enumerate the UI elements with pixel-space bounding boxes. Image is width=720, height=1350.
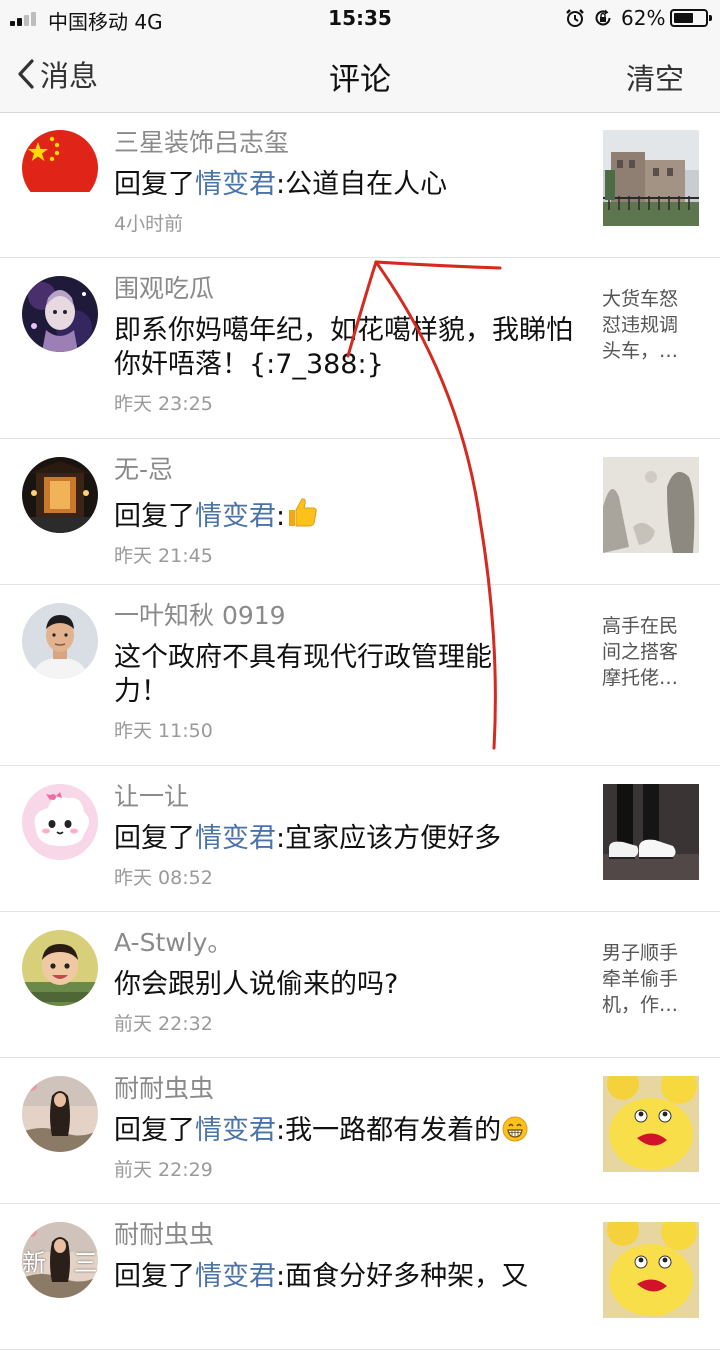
reply-target-link[interactable]: 情变君 <box>195 501 276 532</box>
comment-message: : <box>276 501 286 532</box>
post-thumbnail-building[interactable] <box>603 130 699 226</box>
post-snippet[interactable]: 大货车怒怼违规调头车，… <box>602 286 694 364</box>
reply-target-link[interactable]: 情变君 <box>195 823 276 854</box>
reply-prefix: 回复了 <box>114 501 195 532</box>
comment-body: 让一让 回复了情变君:宜家应该方便好多 昨天 08:52 <box>114 780 574 890</box>
avatar-child-photo[interactable] <box>22 930 98 1006</box>
comment-body: 一叶知秋 0919 这个政府不具有现代行政管理能力！ 昨天 11:50 <box>114 599 574 743</box>
reply-prefix: 回复了 <box>114 169 195 200</box>
post-snippet[interactable]: 高手在民间之搭客摩托佬… <box>602 613 694 691</box>
reply-prefix: 回复了 <box>114 1261 195 1292</box>
battery-icon <box>670 9 712 27</box>
reply-target-link[interactable]: 情变君 <box>195 1115 276 1146</box>
comment-row[interactable]: A-Stwly。 你会跟别人说偷来的吗? 前天 22:32 男子顺手牵羊偷手机，… <box>0 912 720 1058</box>
avatar-cartoon-cloud[interactable] <box>22 784 98 860</box>
comment-username[interactable]: 耐耐虫虫 <box>114 1072 574 1106</box>
comment-row[interactable]: 耐耐虫虫 回复了情变君:面食分好多种架，又 <box>0 1204 720 1350</box>
comment-username[interactable]: A-Stwly。 <box>114 926 574 960</box>
comment-text: 回复了情变君:宜家应该方便好多 <box>114 822 574 856</box>
comment-message: 即系你妈噶年纪，如花噶样貌，我睇怕你奸唔落！{:7_388:} <box>114 315 573 380</box>
rotation-lock-icon <box>595 9 611 26</box>
comment-list: 三星装饰吕志玺 回复了情变君:公道自在人心 4小时前 围观吃瓜 即系你妈噶年纪，… <box>0 112 720 1350</box>
comment-row[interactable]: 围观吃瓜 即系你妈噶年纪，如花噶样貌，我睇怕你奸唔落！{:7_388:} 昨天 … <box>0 258 720 439</box>
comment-body: 耐耐虫虫 回复了情变君:我一路都有发着的 前天 22:29 <box>114 1072 574 1182</box>
comment-username[interactable]: 一叶知秋 0919 <box>114 599 574 633</box>
battery-percent: 62% <box>621 6 666 30</box>
comment-text: 回复了情变君:我一路都有发着的 <box>114 1114 574 1148</box>
post-thumbnail-sneakers[interactable] <box>603 784 699 880</box>
comment-message: :公道自在人心 <box>276 169 448 200</box>
comment-time: 前天 22:29 <box>114 1159 213 1181</box>
comment-body: 三星装饰吕志玺 回复了情变君:公道自在人心 4小时前 <box>114 126 574 236</box>
comment-message: 这个政府不具有现代行政管理能力！ <box>114 642 492 707</box>
comment-row[interactable]: 一叶知秋 0919 这个政府不具有现代行政管理能力！ 昨天 11:50 高手在民… <box>0 585 720 766</box>
nav-bar: 消息 评论 清空 <box>0 36 720 113</box>
status-bar: 中国移动 4G 15:35 62% <box>0 0 720 36</box>
comment-row[interactable]: 无-忌 回复了情变君: 昨天 21:45 <box>0 439 720 585</box>
post-snippet[interactable]: 男子顺手牵羊偷手机，作… <box>602 940 694 1018</box>
comment-time: 4小时前 <box>114 213 184 235</box>
reply-target-link[interactable]: 情变君 <box>195 1261 276 1292</box>
reply-prefix: 回复了 <box>114 823 195 854</box>
reply-target-link[interactable]: 情变君 <box>195 169 276 200</box>
comment-time: 昨天 08:52 <box>114 867 213 889</box>
comment-time: 昨天 23:25 <box>114 393 213 415</box>
comment-body: A-Stwly。 你会跟别人说偷来的吗? 前天 22:32 <box>114 926 574 1036</box>
reply-prefix: 回复了 <box>114 1115 195 1146</box>
comment-message: 你会跟别人说偷来的吗? <box>114 969 399 1000</box>
avatar-anime-character[interactable] <box>22 276 98 352</box>
avatar-girl-photo[interactable] <box>22 1076 98 1152</box>
comment-row[interactable]: 让一让 回复了情变君:宜家应该方便好多 昨天 08:52 <box>0 766 720 912</box>
comment-text: 回复了情变君: <box>114 495 574 534</box>
comment-time: 昨天 21:45 <box>114 545 213 567</box>
page-title: 评论 <box>329 62 391 98</box>
avatar-china-flag[interactable] <box>22 130 98 206</box>
avatar-temple[interactable] <box>22 457 98 533</box>
clear-button[interactable]: 清空 <box>626 56 684 98</box>
comment-username[interactable]: 围观吃瓜 <box>114 272 574 306</box>
comment-message: :宜家应该方便好多 <box>276 823 502 854</box>
comment-username[interactable]: 无-忌 <box>114 453 574 487</box>
comment-time: 前天 22:32 <box>114 1013 213 1035</box>
comment-time: 昨天 11:50 <box>114 720 213 742</box>
watermark: 新 三 <box>22 1249 108 1277</box>
comment-message: :我一路都有发着的 <box>276 1115 502 1146</box>
comment-username[interactable]: 耐耐虫虫 <box>114 1218 574 1252</box>
comment-message: :面食分好多种架，又 <box>276 1261 529 1292</box>
comment-row[interactable]: 三星装饰吕志玺 回复了情变君:公道自在人心 4小时前 <box>0 112 720 258</box>
comment-text: 回复了情变君:公道自在人心 <box>114 168 574 202</box>
comment-body: 围观吃瓜 即系你妈噶年纪，如花噶样貌，我睇怕你奸唔落！{:7_388:} 昨天 … <box>114 272 574 416</box>
avatar-man-portrait[interactable] <box>22 603 98 679</box>
comment-username[interactable]: 让一让 <box>114 780 574 814</box>
comment-body: 耐耐虫虫 回复了情变君:面食分好多种架，又 <box>114 1218 574 1294</box>
post-thumbnail-emoji-buns[interactable] <box>603 1222 699 1318</box>
grin-emoji-icon <box>502 1116 528 1142</box>
post-thumbnail-ink-painting[interactable] <box>603 457 699 553</box>
comment-text: 回复了情变君:面食分好多种架，又 <box>114 1260 574 1294</box>
alarm-icon <box>566 9 584 27</box>
comment-username[interactable]: 三星装饰吕志玺 <box>114 126 574 160</box>
comment-body: 无-忌 回复了情变君: 昨天 21:45 <box>114 453 574 568</box>
post-thumbnail-emoji-buns[interactable] <box>603 1076 699 1172</box>
comment-row[interactable]: 耐耐虫虫 回复了情变君:我一路都有发着的 前天 22:29 <box>0 1058 720 1204</box>
thumbs-up-icon <box>289 498 317 527</box>
